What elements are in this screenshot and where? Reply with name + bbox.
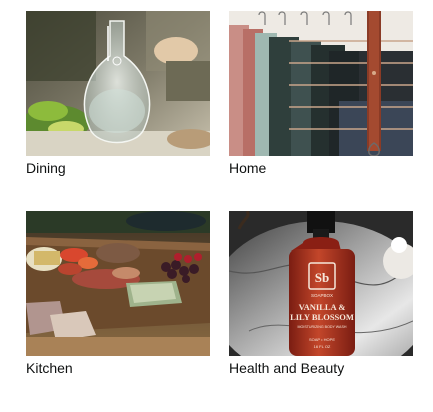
dining-image[interactable] <box>26 11 210 156</box>
bottle-volume: 16 FL OZ <box>314 344 331 349</box>
category-label-home[interactable]: Home <box>229 158 413 178</box>
category-tile-home[interactable]: Home <box>229 11 413 178</box>
bottle-title-line1: VANILLA & <box>299 302 346 312</box>
category-grid: Dining Home Kitchen Sb SOAPBOX VANILLA &… <box>0 0 433 412</box>
kitchen-image[interactable] <box>26 211 210 356</box>
health-and-beauty-image[interactable]: Sb SOAPBOX VANILLA & LILY BLOSSOM MOISTU… <box>229 211 413 356</box>
category-tile-health-and-beauty[interactable]: Sb SOAPBOX VANILLA & LILY BLOSSOM MOISTU… <box>229 211 413 378</box>
bottle-brand-mark: Sb <box>315 270 329 285</box>
category-label-health-and-beauty[interactable]: Health and Beauty <box>229 358 413 378</box>
bottle-brand-name: SOAPBOX <box>311 293 333 298</box>
bottle-type: SOAP • HOPE <box>309 337 335 342</box>
category-label-kitchen[interactable]: Kitchen <box>26 358 210 378</box>
category-label-dining[interactable]: Dining <box>26 158 210 178</box>
category-tile-dining[interactable]: Dining <box>26 11 210 178</box>
category-tile-kitchen[interactable]: Kitchen <box>26 211 210 378</box>
bottle-title-line2: LILY BLOSSOM <box>290 312 354 322</box>
home-image[interactable] <box>229 11 413 156</box>
bottle-subtitle: MOISTURIZING BODY WASH <box>298 325 347 329</box>
